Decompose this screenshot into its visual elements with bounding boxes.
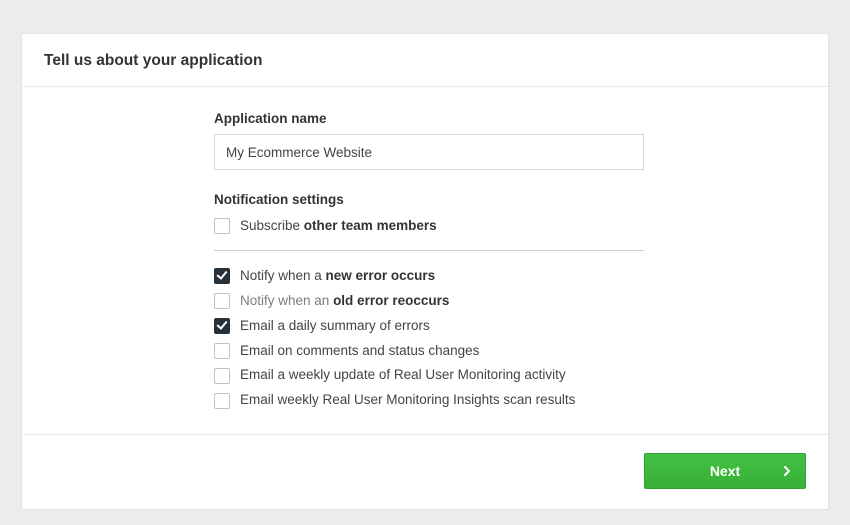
notification-label: Email a weekly update of Real User Monit… [240, 366, 566, 385]
notification-item: Email weekly Real User Monitoring Insigh… [214, 391, 644, 410]
form-inner: Application name Notification settings S… [214, 111, 644, 410]
notification-label: Notify when a new error occurs [240, 267, 435, 286]
card-header: Tell us about your application [22, 34, 828, 87]
app-name-input[interactable] [214, 134, 644, 170]
notification-checkbox[interactable] [214, 268, 230, 284]
notification-checkbox[interactable] [214, 343, 230, 359]
next-button[interactable]: Next [644, 453, 806, 489]
notification-checkbox[interactable] [214, 368, 230, 384]
app-name-label: Application name [214, 111, 644, 126]
subscribe-row: Subscribe other team members [214, 217, 644, 236]
next-button-label: Next [710, 463, 740, 479]
chevron-right-icon [784, 466, 791, 476]
notification-settings-label: Notification settings [214, 192, 644, 207]
notification-label: Email on comments and status changes [240, 342, 479, 361]
notification-checkbox[interactable] [214, 293, 230, 309]
notification-label: Email weekly Real User Monitoring Insigh… [240, 391, 575, 410]
notification-checkbox[interactable] [214, 318, 230, 334]
notification-items: Notify when a new error occurs Notify whe… [214, 267, 644, 410]
notification-item: Email a weekly update of Real User Monit… [214, 366, 644, 385]
subscribe-checkbox[interactable] [214, 218, 230, 234]
notification-checkbox[interactable] [214, 393, 230, 409]
subscribe-label: Subscribe other team members [240, 217, 437, 236]
notification-label: Email a daily summary of errors [240, 317, 430, 336]
notification-label: Notify when an old error reoccurs [240, 292, 449, 311]
notification-item: Email on comments and status changes [214, 342, 644, 361]
notification-item: Notify when an old error reoccurs [214, 292, 644, 311]
application-card: Tell us about your application Applicati… [21, 33, 829, 510]
notification-item: Email a daily summary of errors [214, 317, 644, 336]
card-body: Application name Notification settings S… [22, 87, 828, 435]
page-title: Tell us about your application [44, 52, 806, 70]
card-footer: Next [22, 435, 828, 509]
divider [214, 250, 644, 251]
notification-item: Notify when a new error occurs [214, 267, 644, 286]
